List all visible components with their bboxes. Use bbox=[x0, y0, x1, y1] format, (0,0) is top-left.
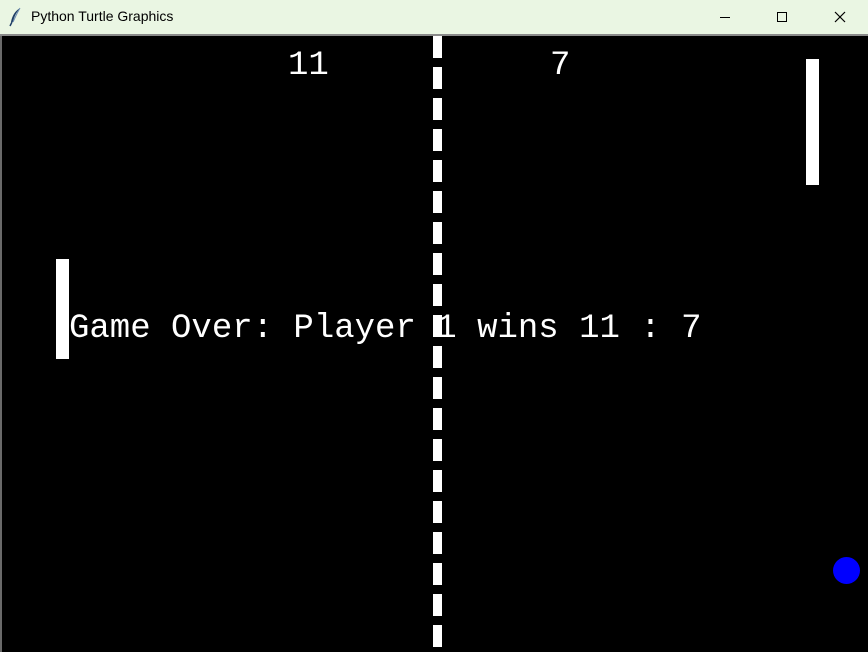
center-line-dash bbox=[433, 439, 442, 461]
close-icon bbox=[834, 11, 846, 23]
center-line-dash bbox=[433, 284, 442, 306]
minimize-icon bbox=[719, 11, 731, 23]
close-button[interactable] bbox=[817, 0, 863, 34]
minimize-button[interactable] bbox=[702, 0, 748, 34]
center-line-dash bbox=[433, 594, 442, 616]
center-line-dash bbox=[433, 563, 442, 585]
center-line-dash bbox=[433, 253, 442, 275]
left-paddle bbox=[56, 259, 69, 359]
feather-icon bbox=[8, 7, 24, 27]
center-line-dash bbox=[433, 191, 442, 213]
canvas-left-border bbox=[0, 36, 2, 652]
center-line-dash bbox=[433, 67, 442, 89]
turtle-window: Python Turtle Graphics 11 7 Game Over: P… bbox=[0, 0, 868, 652]
center-line-dash bbox=[433, 408, 442, 430]
center-line-dash bbox=[433, 501, 442, 523]
ball bbox=[833, 557, 860, 584]
game-canvas[interactable]: 11 7 Game Over: Player 1 wins 11 : 7 bbox=[0, 36, 868, 652]
game-over-message: Game Over: Player 1 wins 11 : 7 bbox=[69, 310, 702, 348]
maximize-button[interactable] bbox=[759, 0, 805, 34]
player1-score: 11 bbox=[288, 47, 329, 85]
center-line-dash bbox=[433, 222, 442, 244]
player2-score: 7 bbox=[550, 47, 571, 85]
maximize-icon bbox=[776, 11, 788, 23]
center-line-dash bbox=[433, 470, 442, 492]
title-bar: Python Turtle Graphics bbox=[0, 0, 868, 34]
center-line-dash bbox=[433, 532, 442, 554]
center-line-dash bbox=[433, 377, 442, 399]
center-line-dash bbox=[433, 98, 442, 120]
center-line-dash bbox=[433, 625, 442, 647]
center-line-dash bbox=[433, 129, 442, 151]
center-line-dash bbox=[433, 36, 442, 58]
right-paddle bbox=[806, 59, 819, 185]
center-line-dash bbox=[433, 160, 442, 182]
window-title: Python Turtle Graphics bbox=[31, 8, 174, 24]
